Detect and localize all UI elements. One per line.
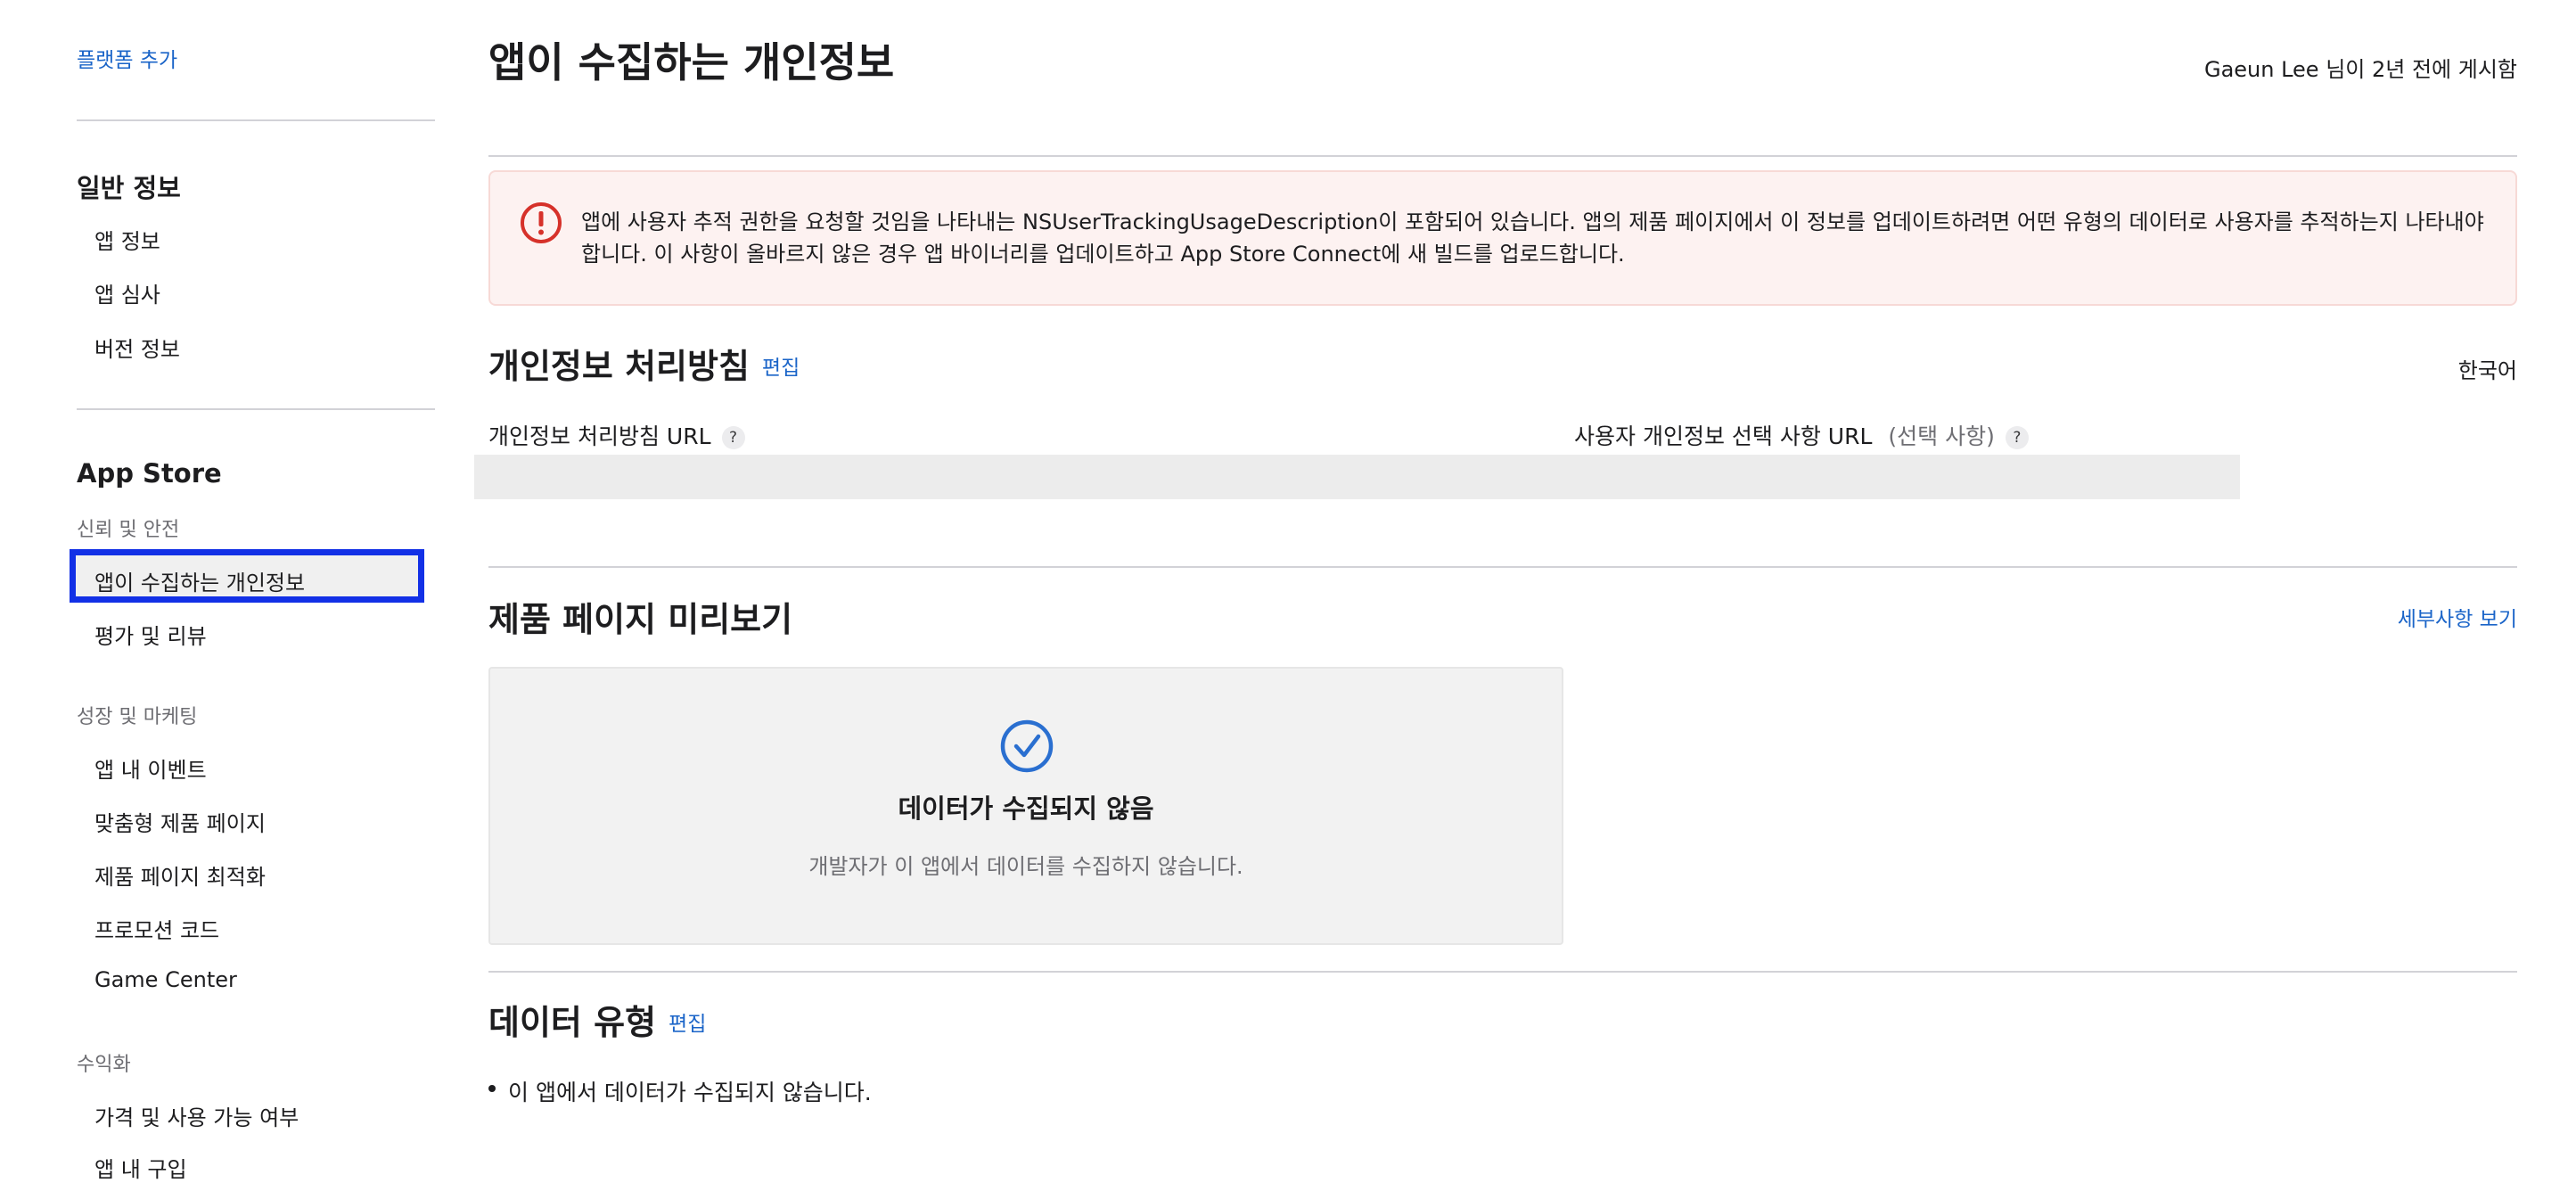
data-types-item-text: 이 앱에서 데이터가 수집되지 않습니다. [508,1080,872,1105]
sidebar-item-in-app-purchases[interactable]: 앱 내 구입 [94,1152,187,1183]
sidebar-item-pricing-availability[interactable]: 가격 및 사용 가능 여부 [94,1100,299,1131]
divider [488,566,2517,568]
product-page-preview-title: 제품 페이지 미리보기 [488,600,793,639]
tracking-alert: 앱에 사용자 추적 권한을 요청할 것임을 나타내는 NSUserTrackin… [488,170,2517,306]
sidebar-group-monetization: 수익화 [77,1054,131,1076]
help-icon[interactable]: ? [2005,426,2029,449]
privacy-policy-edit-link[interactable]: 편집 [762,357,800,380]
main-content: 앱이 수집하는 개인정보 Gaeun Lee 님이 2년 전에 게시함 앱에 사… [474,0,2517,1170]
data-types-heading: 데이터 유형 편집 [488,995,706,1044]
data-types-title: 데이터 유형 [488,1003,657,1042]
help-icon[interactable]: ? [721,426,745,449]
exclamation-circle-icon [521,202,562,243]
view-details-link[interactable]: 세부사항 보기 [2398,602,2517,632]
language-label: 한국어 [2457,358,2517,383]
divider [488,155,2517,157]
card-title: 데이터가 수집되지 않음 [898,793,1154,824]
sidebar-item-app-review[interactable]: 앱 심사 [94,277,160,308]
sidebar-item-ratings-reviews[interactable]: 평가 및 리뷰 [94,619,207,650]
sidebar-group-growth-marketing: 성장 및 마케팅 [77,706,198,728]
data-not-collected-card: 데이터가 수집되지 않음 개발자가 이 앱에서 데이터를 수집하지 않습니다. [488,667,1563,945]
card-description: 개발자가 이 앱에서 데이터를 수집하지 않습니다. [808,854,1243,879]
posted-by-text: Gaeun Lee 님이 2년 전에 게시함 [2203,57,2517,82]
privacy-url-values-bar [474,455,2240,499]
sidebar: 플랫폼 추가 일반 정보 앱 정보 앱 심사 버전 정보 App Store 신… [70,0,435,1182]
sidebar-divider [77,119,435,121]
page-title: 앱이 수집하는 개인정보 [488,38,895,86]
sidebar-item-game-center[interactable]: Game Center [94,967,237,992]
sidebar-divider [77,408,435,410]
sidebar-item-app-info[interactable]: 앱 정보 [94,224,160,255]
data-types-edit-link[interactable]: 편집 [669,1013,706,1036]
list-item: 이 앱에서 데이터가 수집되지 않습니다. [488,1075,872,1107]
sidebar-item-version-info[interactable]: 버전 정보 [94,332,180,363]
optional-label: (선택 사항) [1888,423,1995,449]
sidebar-item-custom-product-pages[interactable]: 맞춤형 제품 페이지 [94,806,266,837]
sidebar-item-in-app-events[interactable]: 앱 내 이벤트 [94,752,207,784]
sidebar-group-trust-safety: 신뢰 및 안전 [77,519,180,541]
sidebar-heading-app-store: App Store [77,458,222,489]
checkmark-circle-icon [1000,719,1054,773]
privacy-choices-url-label-text: 사용자 개인정보 선택 사항 URL [1574,423,1873,449]
privacy-choices-url-label: 사용자 개인정보 선택 사항 URL (선택 사항)? [1574,419,2029,451]
privacy-policy-heading: 개인정보 처리방침 편집 [488,339,800,388]
bullet-icon [488,1085,496,1092]
alert-message: 앱에 사용자 추적 권한을 요청할 것임을 나타내는 NSUserTrackin… [581,209,2484,267]
divider [488,971,2517,973]
sidebar-heading-general: 일반 정보 [77,173,181,203]
privacy-policy-url-label: 개인정보 처리방침 URL? [488,419,745,451]
privacy-policy-title: 개인정보 처리방침 [488,347,750,386]
sidebar-item-promo-codes[interactable]: 프로모션 코드 [94,913,219,944]
add-platform-link[interactable]: 플랫폼 추가 [77,43,177,73]
privacy-policy-url-label-text: 개인정보 처리방침 URL [488,423,711,449]
sidebar-item-product-page-optimization[interactable]: 제품 페이지 최적화 [94,859,266,891]
sidebar-item-app-privacy[interactable]: 앱이 수집하는 개인정보 [94,565,305,596]
